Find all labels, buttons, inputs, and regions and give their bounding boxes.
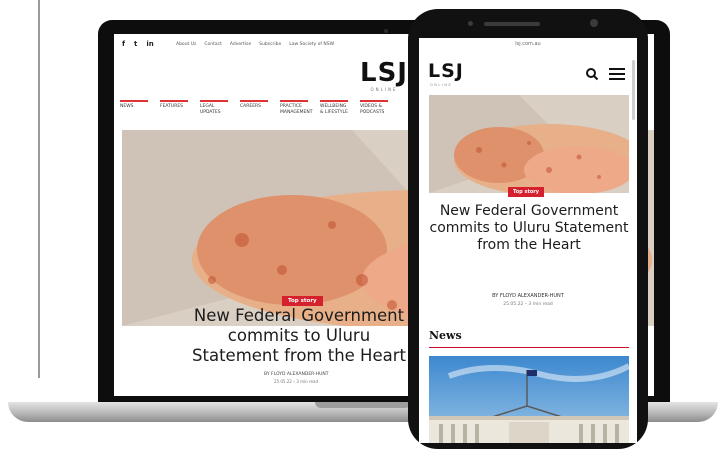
nav-item-features[interactable]: FEATURES xyxy=(160,100,188,116)
linkedin-icon[interactable]: in xyxy=(146,40,153,48)
divider-line xyxy=(38,0,40,378)
news-section-rule xyxy=(429,347,629,348)
article-headline[interactable]: New Federal Government commits to Uluru … xyxy=(184,306,414,366)
search-icon[interactable] xyxy=(585,67,599,81)
laptop-camera xyxy=(384,29,388,33)
site-logo[interactable]: LSJ xyxy=(428,60,464,82)
nav-item-legal-updates[interactable]: LEGAL UPDATES xyxy=(200,100,228,116)
top-link-advertise[interactable]: Advertise xyxy=(230,42,251,47)
article-date: 25.05.22 – 3 min read xyxy=(274,379,318,384)
article-date: 25.05.22 – 3 min read xyxy=(503,302,553,307)
scrollbar[interactable] xyxy=(632,60,635,120)
news-section-title[interactable]: News xyxy=(429,329,462,342)
article-headline[interactable]: New Federal Government commits to Uluru … xyxy=(425,203,633,254)
nav-item-practice-management[interactable]: PRACTICE MANAGEMENT xyxy=(280,100,313,116)
address-bar[interactable]: lsj.com.au xyxy=(419,41,637,47)
phone-sensor xyxy=(468,21,473,26)
top-links: About Us Contact Advertise Subscribe Law… xyxy=(176,42,334,47)
news-thumbnail-image[interactable] xyxy=(429,356,629,443)
nav-item-videos-podcasts[interactable]: VIDEOS & PODCASTS xyxy=(360,100,388,116)
nav-item-news[interactable]: NEWS xyxy=(120,100,148,116)
top-link-subscribe[interactable]: Subscribe xyxy=(259,42,281,47)
top-link-about[interactable]: About Us xyxy=(176,42,196,47)
article-byline: BY FLOYD ALEXANDER-HUNT xyxy=(264,372,329,377)
article-byline: BY FLOYD ALEXANDER-HUNT xyxy=(492,293,564,299)
nav-item-careers[interactable]: CAREERS xyxy=(240,100,268,116)
twitter-icon[interactable]: t xyxy=(134,40,137,48)
top-link-law-society[interactable]: Law Society of NSW xyxy=(289,42,334,47)
phone-camera xyxy=(590,19,598,27)
top-story-badge: Top story xyxy=(282,296,323,306)
phone-speaker xyxy=(484,22,540,26)
nav-item-wellbeing[interactable]: WELLBEING & LIFESTYLE xyxy=(320,100,348,116)
top-story-badge: Top story xyxy=(508,187,545,197)
phone-screen: lsj.com.au LSJ ONLINE Top story New Fede… xyxy=(419,38,637,443)
main-nav: NEWS FEATURES LEGAL UPDATES CAREERS PRAC… xyxy=(120,100,388,116)
facebook-icon[interactable]: f xyxy=(122,40,125,48)
menu-icon[interactable] xyxy=(609,68,625,80)
laptop-notch xyxy=(315,402,411,408)
social-links: f t in xyxy=(122,40,154,48)
top-link-contact[interactable]: Contact xyxy=(204,42,222,47)
site-logo-subtitle: ONLINE xyxy=(430,83,453,87)
hero-image[interactable] xyxy=(429,95,629,193)
